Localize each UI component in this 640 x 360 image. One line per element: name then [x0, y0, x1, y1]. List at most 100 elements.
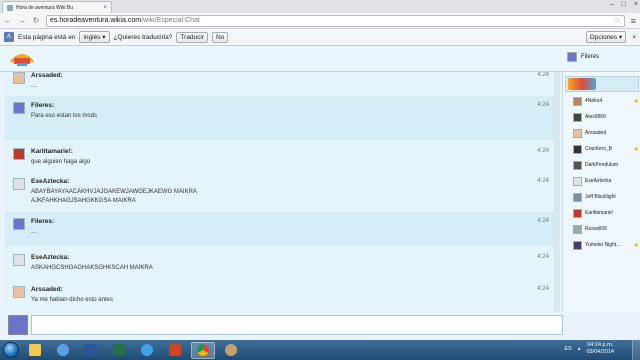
user-list-item[interactable]: DarkPendulum: [573, 160, 640, 170]
message-time: 4:24: [537, 148, 549, 154]
user-list-item[interactable]: Yumeko Night... ★: [573, 240, 640, 250]
avatar[interactable]: [13, 254, 25, 266]
avatar[interactable]: [13, 148, 25, 160]
message-time: 4:24: [537, 72, 549, 78]
chat-message: Fileres: 4:24 Para eso estan los mods: [5, 96, 554, 140]
address-bar: ← → ↻ es.horadeaventura.wikia.com /wiki/…: [0, 13, 640, 29]
no-button[interactable]: No: [212, 31, 229, 43]
user-list-item[interactable]: Arssaded: [573, 128, 640, 138]
user-list-item[interactable]: Jeff Blacklight: [573, 192, 640, 202]
system-tray: ES ▴ 04:24 p.m. 03/04/2014: [564, 342, 614, 356]
translate-button[interactable]: Traducir: [176, 31, 209, 43]
avatar[interactable]: [13, 178, 25, 190]
avatar: [8, 315, 28, 335]
moderator-star-icon: ★: [633, 98, 639, 105]
avatar[interactable]: [13, 102, 25, 114]
taskbar-item-ie[interactable]: [135, 342, 159, 359]
message-composer: [5, 312, 565, 338]
folder-icon: [29, 344, 41, 356]
reload-icon[interactable]: ↻: [32, 16, 40, 25]
message-text: Ya me habian dicho esto antes: [31, 297, 113, 303]
wiki-logo[interactable]: [8, 49, 36, 67]
message-author[interactable]: Fileres:: [31, 102, 54, 109]
taskbar-item-word[interactable]: [79, 342, 103, 359]
message-text: Para eso estan los mods: [31, 113, 98, 119]
user-list-item[interactable]: CracKers_B ★: [573, 144, 640, 154]
user-list-item[interactable]: Russell06: [573, 224, 640, 234]
user-list-item[interactable]: Alex9960: [573, 112, 640, 122]
avatar: [573, 240, 582, 250]
show-desktop-button[interactable]: [632, 340, 640, 360]
chat-message: Arssaded: 4:24 Ya me habian dicho esto ant…: [5, 280, 554, 312]
message-author[interactable]: Arssaded:: [31, 72, 63, 79]
taskbar-item-explorer[interactable]: [23, 342, 47, 359]
room-header[interactable]: [565, 76, 639, 92]
user-name: DarkPendulum: [585, 162, 619, 168]
options-button[interactable]: Opciones ▾: [585, 31, 627, 43]
avatar[interactable]: [13, 218, 25, 230]
language-label: inglés: [83, 34, 101, 41]
language-indicator[interactable]: ES: [564, 346, 571, 352]
taskbar-item-chrome[interactable]: [191, 341, 215, 359]
back-icon[interactable]: ←: [4, 16, 12, 25]
avatar: [567, 52, 577, 62]
taskbar-item-paint[interactable]: [219, 342, 243, 359]
url-path: /wiki/Especial:Chat: [141, 17, 200, 24]
window-controls: – □ ×: [610, 0, 638, 8]
close-tab-icon[interactable]: ×: [103, 5, 107, 11]
user-name: Arssaded: [585, 130, 607, 136]
minimize-icon[interactable]: –: [610, 1, 614, 8]
avatar[interactable]: [13, 286, 25, 298]
chat-messages: Arssaded: 4:24... Fileres: 4:24 Para eso est…: [5, 72, 555, 312]
tab-title: Hora de aventura Wiki Bu: [16, 4, 73, 11]
maximize-icon[interactable]: □: [622, 1, 626, 8]
menu-icon[interactable]: ≡: [631, 16, 636, 26]
message-author[interactable]: Fileres:: [31, 218, 54, 225]
taskbar-item-media[interactable]: [51, 342, 75, 359]
chat-message: Fileres: 4:24...: [5, 212, 554, 246]
chat-scrollbar[interactable]: [555, 72, 560, 312]
message-text: que alguien haga algo: [31, 159, 91, 165]
avatar: [573, 192, 582, 202]
avatar: [573, 96, 582, 106]
tray-arrow-icon[interactable]: ▴: [578, 346, 581, 352]
media-icon: [57, 344, 69, 356]
message-time: 4:24: [537, 218, 549, 224]
message-time: 4:24: [537, 102, 549, 108]
message-text: ...: [31, 229, 37, 235]
message-author[interactable]: EseAztecka:: [31, 178, 69, 185]
browser-tab[interactable]: Hora de aventura Wiki Bu ×: [2, 1, 112, 13]
chrome-icon: [197, 344, 209, 356]
options-label: Opciones: [589, 34, 618, 41]
user-name: Yumeko Night...: [585, 242, 621, 248]
user-name: 4Neko4: [585, 98, 603, 104]
url-field[interactable]: es.horadeaventura.wikia.com /wiki/Especi…: [46, 14, 625, 27]
taskbar-item-powerpoint[interactable]: [163, 342, 187, 359]
language-select[interactable]: inglés ▾: [79, 31, 110, 43]
user-name: Karlitamarie!: [585, 210, 614, 216]
current-user[interactable]: Fileres: [567, 52, 599, 62]
user-list-item[interactable]: EseAztecka: [573, 176, 640, 186]
close-window-icon[interactable]: ×: [634, 1, 638, 8]
avatar: [573, 112, 582, 122]
message-text: ASKAHGCSHGAGHAKSGHKSCAH MAIKRA: [31, 265, 153, 271]
avatar: [573, 144, 582, 154]
user-list-item[interactable]: 4Neko4 ★: [573, 96, 640, 106]
avatar[interactable]: [13, 72, 25, 84]
close-translate-icon[interactable]: ×: [632, 34, 636, 41]
message-author[interactable]: Karlitamarie!:: [31, 148, 73, 155]
user-list-item[interactable]: Karlitamarie!: [573, 208, 640, 218]
message-author[interactable]: EseAztecka:: [31, 254, 69, 261]
bookmark-star-icon[interactable]: ☆: [614, 16, 621, 25]
clock[interactable]: 04:24 p.m. 03/04/2014: [586, 342, 614, 356]
message-author[interactable]: Arssaded:: [31, 286, 63, 293]
chat-message: Arssaded: 4:24...: [5, 72, 554, 92]
forward-icon[interactable]: →: [18, 16, 26, 25]
url-domain: es.horadeaventura.wikia.com: [50, 17, 142, 24]
taskbar-item-excel[interactable]: [107, 342, 131, 359]
translate-icon: A: [4, 32, 14, 42]
message-text: AJKFAHKHAGJSAHGKKGSA MAIKRA: [31, 198, 136, 204]
chat-message: Karlitamarie!: 4:24 que alguien haga algo: [5, 142, 554, 172]
start-button[interactable]: [3, 342, 19, 358]
message-input[interactable]: [31, 315, 563, 335]
